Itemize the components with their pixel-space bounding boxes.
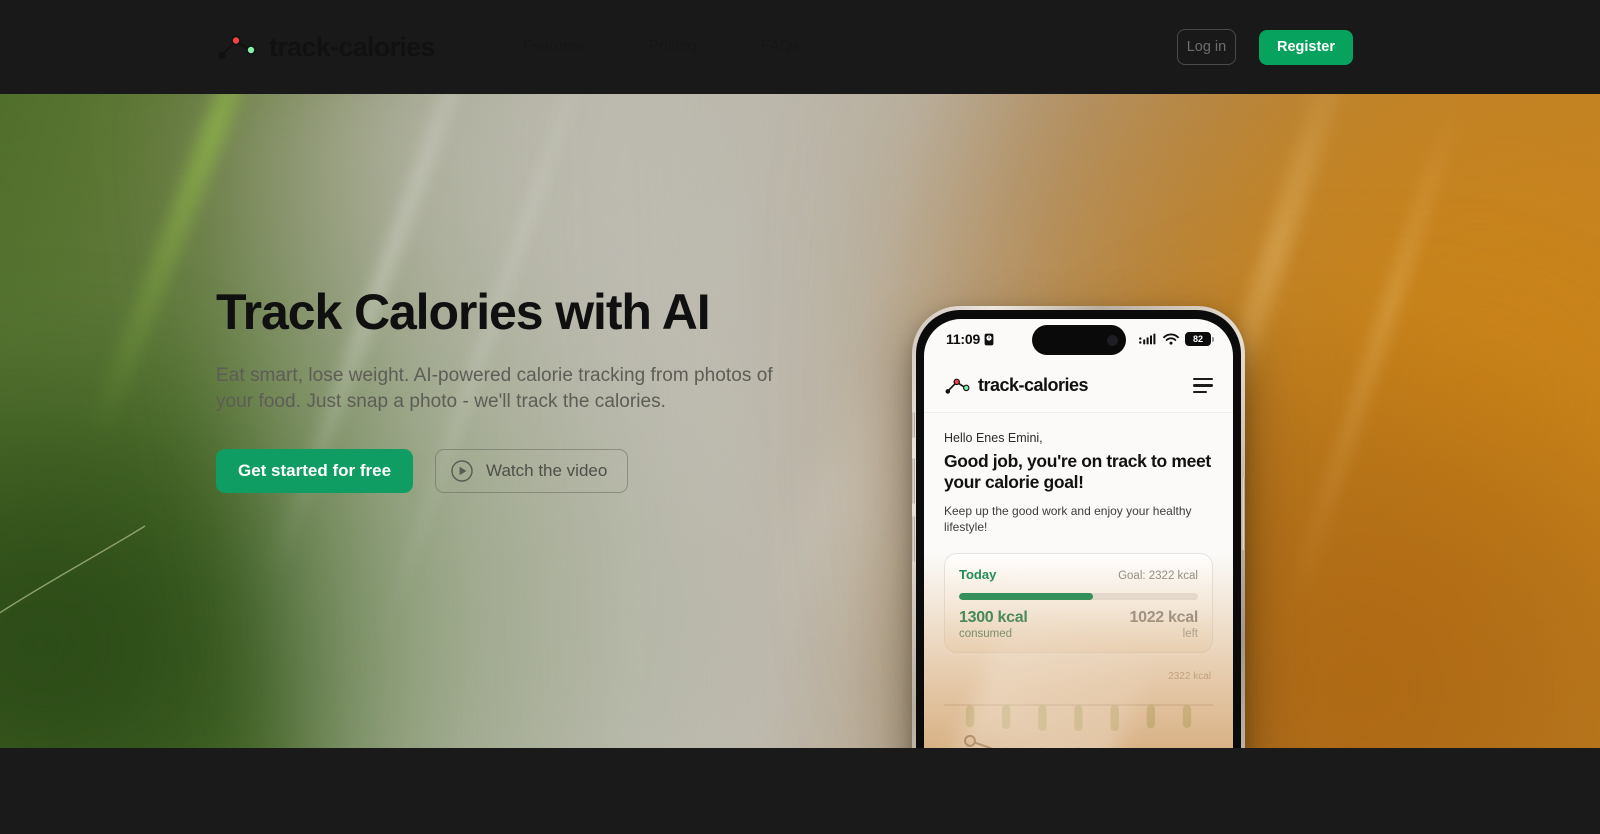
dynamic-island	[1031, 325, 1126, 355]
main-nav: Features Pricing FAQs	[491, 28, 832, 66]
phone-body: 11:09 82 track-calories Hello Enes Emini…	[916, 310, 1241, 748]
hamburger-menu-icon[interactable]	[1193, 378, 1213, 393]
brand-name: track-calories	[269, 31, 436, 62]
phone-mockup: 11:09 82 track-calories Hello Enes Emini…	[912, 306, 1245, 748]
page-title: Track Calories with AI	[216, 284, 711, 340]
greeting-text: Hello Enes Emini,	[944, 431, 1043, 445]
phone-screen: 11:09 82 track-calories Hello Enes Emini…	[924, 319, 1233, 748]
remaining-block: 1022 kcal left	[1129, 608, 1199, 640]
phone-status-bar: 11:09 82	[924, 319, 1233, 359]
alarm-icon	[984, 333, 994, 345]
hero-subtitle: Eat smart, lose weight. AI-powered calor…	[216, 365, 773, 413]
consumed-label: consumed	[959, 627, 1013, 640]
phone-volume-down-button	[912, 516, 915, 562]
phone-silent-switch	[912, 412, 915, 438]
chart-line-logo-icon	[945, 378, 970, 394]
nav-item-faqs[interactable]: FAQs	[729, 28, 832, 66]
battery-indicator: 82	[1185, 332, 1214, 346]
app-header: track-calories	[924, 359, 1233, 413]
status-indicators: 82	[1139, 332, 1214, 346]
calorie-progress-fill	[959, 592, 1093, 600]
footer-band	[0, 748, 1600, 834]
watch-video-button[interactable]: Watch the video	[435, 449, 629, 494]
card-values-row: 1300 kcal consumed 1022 kcal left	[959, 609, 1198, 640]
status-time-text: 11:09	[946, 331, 981, 347]
app-brand-logo[interactable]: track-calories	[944, 375, 1089, 396]
hero-section: Track Calories with AI Eat smart, lose w…	[0, 94, 1600, 748]
app-content: Hello Enes Emini, Good job, you're on tr…	[924, 413, 1233, 748]
chart-goal-line-label: 2322 kcal	[1168, 670, 1211, 682]
login-button[interactable]: Log in	[1176, 29, 1236, 65]
consumed-block: 1300 kcal consumed	[959, 608, 1028, 640]
phone-power-button	[1242, 478, 1245, 550]
status-subline: Keep up the good work and enjoy your hea…	[944, 503, 1192, 535]
chart-plot-area	[944, 704, 1213, 748]
site-header: track-calories Features Pricing FAQs Log…	[0, 0, 1600, 94]
cellular-signal-icon	[1139, 333, 1156, 345]
status-time: 11:09	[946, 331, 994, 347]
remaining-label: left	[1182, 627, 1198, 640]
front-camera-icon	[1106, 334, 1118, 346]
nav-item-pricing[interactable]: Pricing	[617, 28, 729, 66]
watch-video-label: Watch the video	[486, 461, 608, 481]
hero-copy: Track Calories with AI Eat smart, lose w…	[216, 284, 836, 494]
consumed-value: 1300 kcal	[959, 608, 1028, 626]
register-button[interactable]: Register	[1258, 29, 1353, 65]
hero-cta-group: Get started for free Watch the video	[216, 449, 836, 494]
today-label: Today	[959, 566, 997, 582]
page-root: track-calories Features Pricing FAQs Log…	[0, 0, 1600, 834]
calorie-progress-bar	[959, 592, 1198, 600]
card-header-row: Today Goal: 2322 kcal	[959, 567, 1198, 582]
goal-label: Goal: 2322 kcal	[1118, 569, 1198, 582]
brand-logo[interactable]: track-calories	[216, 31, 436, 62]
header-actions: Log in Register	[1176, 29, 1353, 65]
weekly-calorie-chart: 2322 kcal Di.16Mi.17Do.18Fr.19Sa.20So.21…	[944, 671, 1213, 748]
status-headline: Good job, you're on track to meet your c…	[944, 451, 1211, 493]
battery-level: 82	[1192, 333, 1203, 344]
wifi-icon	[1163, 333, 1179, 345]
calorie-summary-card[interactable]: Today Goal: 2322 kcal 1300 kcal consumed	[944, 552, 1213, 653]
remaining-value: 1022 kcal	[1129, 608, 1199, 626]
play-circle-icon	[451, 460, 473, 483]
nav-item-features[interactable]: Features	[491, 28, 617, 66]
app-brand-name: track-calories	[978, 375, 1089, 395]
get-started-button[interactable]: Get started for free	[216, 449, 414, 494]
phone-volume-up-button	[912, 458, 915, 504]
chart-line-logo-icon	[218, 35, 256, 60]
